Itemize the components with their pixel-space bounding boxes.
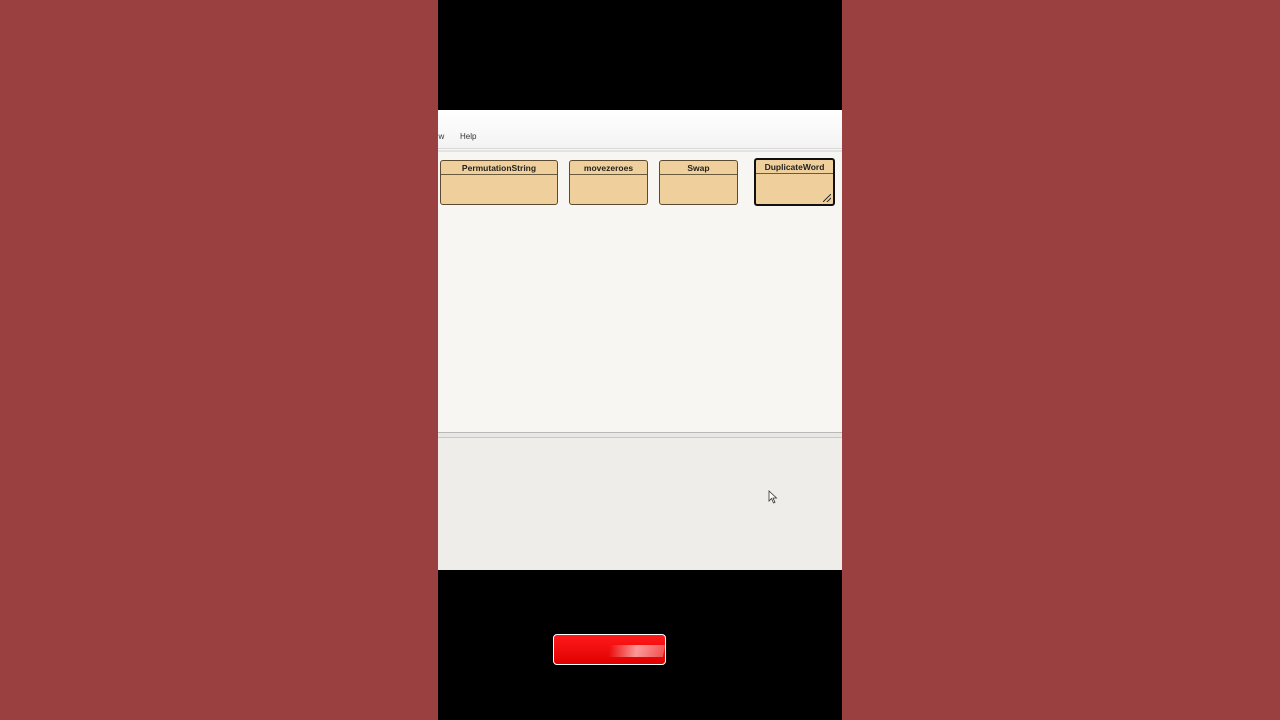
mouse-pointer-icon [768,490,778,504]
class-diagram-canvas[interactable]: PermutationString movezeroes Swap Duplic… [438,152,842,432]
menu-bar: ew Help [438,110,842,149]
menu-item-view[interactable]: ew [438,132,444,141]
subscribe-button[interactable] [553,634,666,665]
class-name: PermutationString [441,161,557,175]
class-box-permutationstring[interactable]: PermutationString [440,160,558,205]
menu-item-help[interactable]: Help [460,132,476,141]
class-box-swap[interactable]: Swap [659,160,738,205]
app-window: ew Help PermutationString movezeroes Swa… [438,110,842,570]
class-name: DuplicateWord [756,160,833,174]
class-box-movezeroes[interactable]: movezeroes [569,160,648,205]
resize-handle-icon[interactable] [823,194,831,202]
object-bench-pane [438,438,842,570]
video-frame: ew Help PermutationString movezeroes Swa… [438,0,842,720]
button-shine [607,645,665,657]
class-box-duplicateword[interactable]: DuplicateWord [754,158,835,206]
class-name: Swap [660,161,737,175]
class-name: movezeroes [570,161,647,175]
page-background: ew Help PermutationString movezeroes Swa… [0,0,1280,720]
